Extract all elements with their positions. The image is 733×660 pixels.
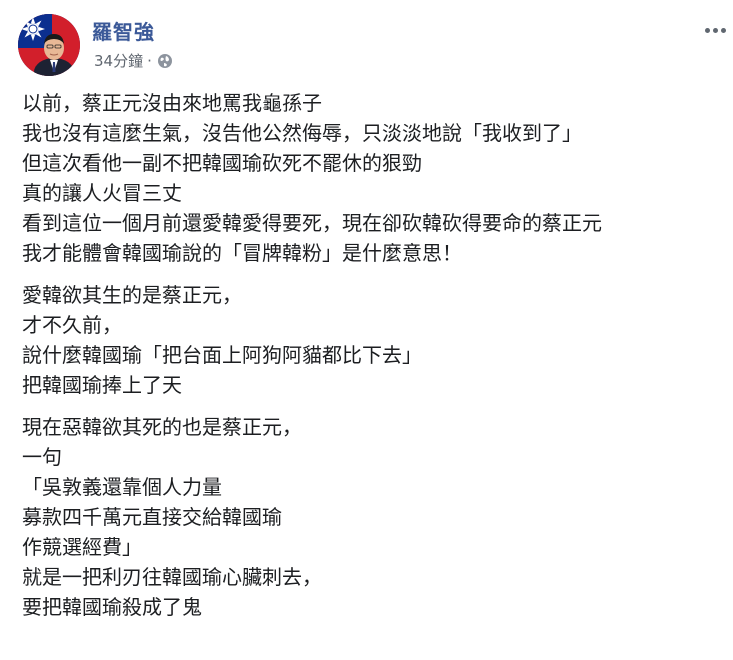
post-line: 愛韓欲其生的是蔡正元， [22, 283, 242, 307]
author-name-link[interactable]: 羅智強 [92, 16, 155, 45]
more-options-icon [704, 27, 726, 33]
post-line: 現在惡韓欲其死的也是蔡正元， [22, 415, 302, 439]
post-line: 我才能體會韓國瑜說的「冒牌韓粉」是什麼意思！ [22, 241, 462, 265]
post-header: 羅智強 34分鐘 · [18, 12, 733, 82]
post-line: 以前，蔡正元沒由來地罵我龜孫子 [22, 91, 322, 115]
post-meta: 34分鐘 · [94, 50, 173, 71]
post-text: 以前，蔡正元沒由來地罵我龜孫子 我也沒有這麼生氣，沒告他公然侮辱，只淡淡地說「我… [22, 88, 723, 634]
post-line: 作競選經費」 [22, 535, 142, 559]
post-paragraph-3: 現在惡韓欲其死的也是蔡正元， 一句 「吳敦義還靠個人力量 募款四千萬元直接交給韓… [22, 412, 723, 622]
post-line: 看到這位一個月前還愛韓愛得要死，現在卻砍韓砍得要命的蔡正元 [22, 211, 602, 235]
facebook-post: 羅智強 34分鐘 · 以前，蔡正元沒由來地罵我龜孫子 我也沒有這麼生氣，沒告他公… [0, 0, 733, 660]
post-line: 我也沒有這麼生氣，沒告他公然侮辱，只淡淡地說「我收到了」 [22, 121, 582, 145]
post-paragraph-1: 以前，蔡正元沒由來地罵我龜孫子 我也沒有這麼生氣，沒告他公然侮辱，只淡淡地說「我… [22, 88, 723, 268]
globe-icon[interactable] [157, 53, 173, 69]
post-line: 才不久前， [22, 313, 122, 337]
post-line: 真的讓人火冒三丈 [22, 181, 182, 205]
post-line: 就是一把利刃往韓國瑜心臟刺去， [22, 565, 322, 589]
timestamp-link[interactable]: 34分鐘 [94, 50, 143, 71]
meta-separator: · [147, 51, 152, 70]
post-paragraph-2: 愛韓欲其生的是蔡正元， 才不久前， 說什麼韓國瑜「把台面上阿狗阿貓都比下去」 把… [22, 280, 723, 400]
avatar[interactable] [18, 14, 80, 76]
post-line: 「吳敦義還靠個人力量 [22, 475, 222, 499]
post-line: 募款四千萬元直接交給韓國瑜 [22, 505, 282, 529]
post-line: 但這次看他一副不把韓國瑜砍死不罷休的狠勁 [22, 151, 422, 175]
post-line: 說什麼韓國瑜「把台面上阿狗阿貓都比下去」 [22, 343, 422, 367]
avatar-image [18, 14, 80, 76]
post-line: 一句 [22, 445, 62, 469]
more-options-button[interactable] [701, 18, 729, 42]
post-line: 把韓國瑜捧上了天 [22, 373, 182, 397]
post-line: 要把韓國瑜殺成了鬼 [22, 595, 202, 619]
